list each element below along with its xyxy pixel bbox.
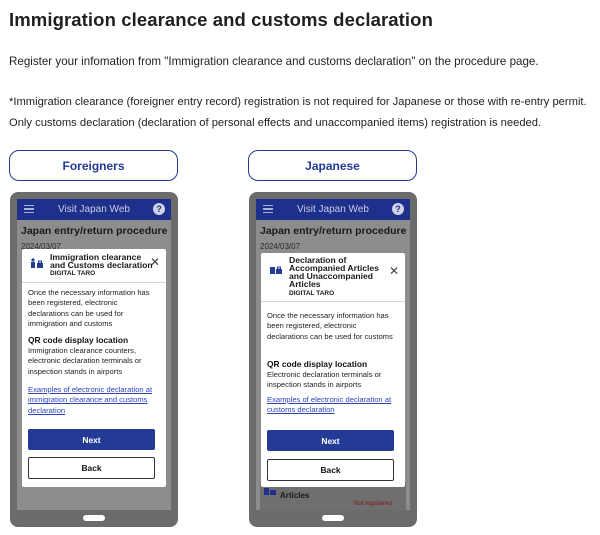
immigration-customs-icon xyxy=(31,258,43,268)
modal-description: Once the necessary information has been … xyxy=(28,288,150,329)
declaration-modal: Declaration of Accompanied Articles and … xyxy=(261,253,405,487)
modal-title-line-4: Articles xyxy=(289,279,321,289)
screen-title: Japan entry/return procedure xyxy=(260,225,407,237)
declaration-modal: Immigration clearance and Customs declar… xyxy=(22,249,166,487)
page-title: Immigration clearance and customs declar… xyxy=(9,9,433,30)
user-name: DIGITAL TARO xyxy=(50,270,96,277)
home-indicator xyxy=(322,515,344,521)
screen-title: Japan entry/return procedure xyxy=(21,225,168,237)
examples-link[interactable]: Examples of electronic declaration at im… xyxy=(28,385,160,416)
next-button[interactable]: Next xyxy=(267,430,394,451)
examples-link[interactable]: Examples of electronic declaration at cu… xyxy=(267,395,399,416)
help-icon[interactable]: ? xyxy=(392,203,404,215)
back-button[interactable]: Back xyxy=(267,459,394,481)
phone-mockup-foreigners: Visit Japan Web ? Japan entry/return pro… xyxy=(10,192,178,527)
close-icon[interactable]: ✕ xyxy=(150,256,160,268)
qr-heading: QR code display location xyxy=(267,359,368,369)
declaration-articles-icon xyxy=(264,488,276,495)
home-indicator xyxy=(83,515,105,521)
screen-date: 2024/03/07 xyxy=(260,242,301,251)
user-name: DIGITAL TARO xyxy=(289,290,335,297)
next-button[interactable]: Next xyxy=(28,429,155,450)
back-button[interactable]: Back xyxy=(28,457,155,479)
modal-divider xyxy=(261,301,405,302)
foreigners-tab-button[interactable]: Foreigners xyxy=(9,150,178,181)
status-badge: Not registered xyxy=(354,501,392,507)
help-icon[interactable]: ? xyxy=(153,203,165,215)
declaration-articles-icon xyxy=(270,266,282,274)
note-line-1: *Immigration clearance (foreigner entry … xyxy=(9,96,587,108)
modal-title-line-2: and Customs declaration xyxy=(50,260,153,270)
qr-location-text: Immigration clearance counters, electron… xyxy=(28,346,142,376)
modal-divider xyxy=(22,282,166,283)
intro-text: Register your infomation from "Immigrati… xyxy=(9,55,539,68)
app-bar: Visit Japan Web ? xyxy=(256,199,410,220)
app-bar: Visit Japan Web ? xyxy=(17,199,171,220)
peek-item-label: Articles xyxy=(280,491,310,500)
qr-location-text: Electronic declaration terminals or insp… xyxy=(267,370,382,390)
app-title: Visit Japan Web xyxy=(58,204,130,215)
app-title: Visit Japan Web xyxy=(297,204,369,215)
modal-description: Once the necessary information has been … xyxy=(267,311,393,341)
close-icon[interactable]: ✕ xyxy=(389,265,399,277)
note-line-2: Only customs declaration (declaration of… xyxy=(9,117,542,129)
qr-heading: QR code display location xyxy=(28,335,129,345)
phone-mockup-japanese: Visit Japan Web ? Japan entry/return pro… xyxy=(249,192,417,527)
japanese-tab-button[interactable]: Japanese xyxy=(248,150,417,181)
